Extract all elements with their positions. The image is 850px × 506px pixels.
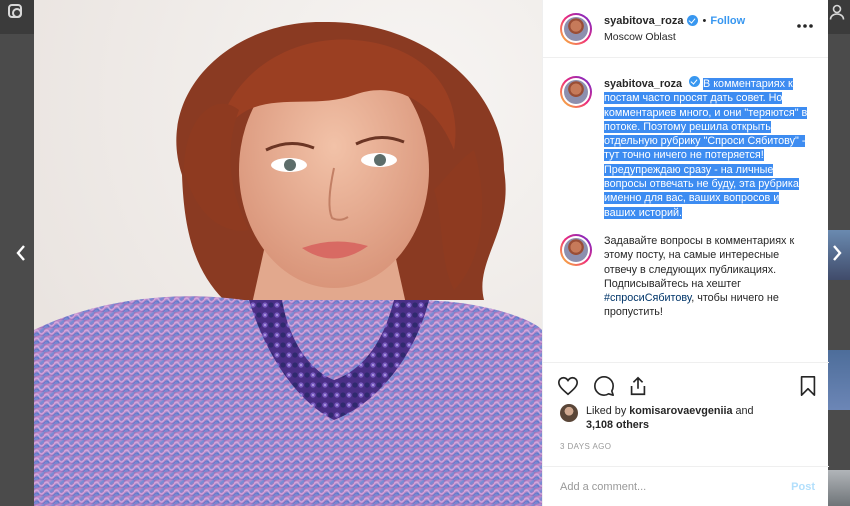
instagram-logo-icon[interactable]	[8, 4, 22, 18]
background-post-thumbnail	[828, 470, 850, 506]
action-bar	[543, 362, 829, 408]
comment-text: Задавайте вопросы в комментариях к этому…	[604, 234, 795, 290]
list-item: Задавайте вопросы в комментариях к этому…	[543, 233, 829, 320]
bookmark-icon[interactable]	[797, 375, 819, 397]
chevron-right-icon[interactable]	[830, 243, 844, 263]
caption-text: В комментариях к постам часто просят дат…	[604, 78, 808, 219]
header-username[interactable]: syabitova_roza	[604, 15, 683, 27]
post-side-panel: syabitova_roza • Follow Moscow Oblast sy…	[542, 0, 829, 506]
add-comment-bar: Post	[543, 466, 829, 506]
post-header: syabitova_roza • Follow Moscow Oblast	[543, 0, 828, 58]
post-photo[interactable]	[34, 0, 542, 506]
separator-dot: •	[702, 14, 707, 27]
comments-list[interactable]: syabitova_roza В комментариях к постам ч…	[543, 58, 829, 362]
avatar[interactable]	[560, 233, 592, 266]
comment-username[interactable]: syabitova_roza	[604, 78, 682, 90]
follow-button[interactable]: Follow	[710, 15, 745, 27]
background-post-thumbnail	[828, 350, 850, 410]
avatar[interactable]	[560, 76, 592, 108]
avatar[interactable]	[560, 12, 592, 45]
comment-icon[interactable]	[593, 375, 615, 397]
liked-by-user-link[interactable]: komisarovaevgeniia	[629, 405, 732, 417]
chevron-left-icon[interactable]	[14, 243, 28, 263]
caption-comment: syabitova_roza В комментариях к постам ч…	[543, 76, 829, 220]
share-icon[interactable]	[627, 375, 649, 397]
verified-badge-icon	[689, 76, 701, 87]
likes-count-link[interactable]: 3,108 others	[586, 419, 649, 431]
post-modal: syabitova_roza • Follow Moscow Oblast sy…	[34, 0, 829, 506]
likes-summary: Liked by komisarovaevgeniia and 3,108 ot…	[560, 404, 820, 432]
profile-icon[interactable]	[829, 4, 845, 20]
post-comment-button[interactable]: Post	[791, 481, 815, 493]
location-link[interactable]: Moscow Oblast	[604, 31, 745, 43]
comment-input[interactable]	[560, 480, 792, 493]
verified-badge-icon	[687, 15, 699, 26]
avatar[interactable]	[560, 404, 578, 422]
liked-by-and: and	[732, 405, 754, 417]
post-timestamp[interactable]: 3 DAYS AGO	[560, 442, 611, 451]
more-options-icon[interactable]	[796, 20, 814, 30]
hashtag-link[interactable]: #спросиСябитову	[604, 292, 691, 304]
heart-icon[interactable]	[557, 375, 579, 397]
liked-by-prefix: Liked by	[586, 405, 630, 417]
